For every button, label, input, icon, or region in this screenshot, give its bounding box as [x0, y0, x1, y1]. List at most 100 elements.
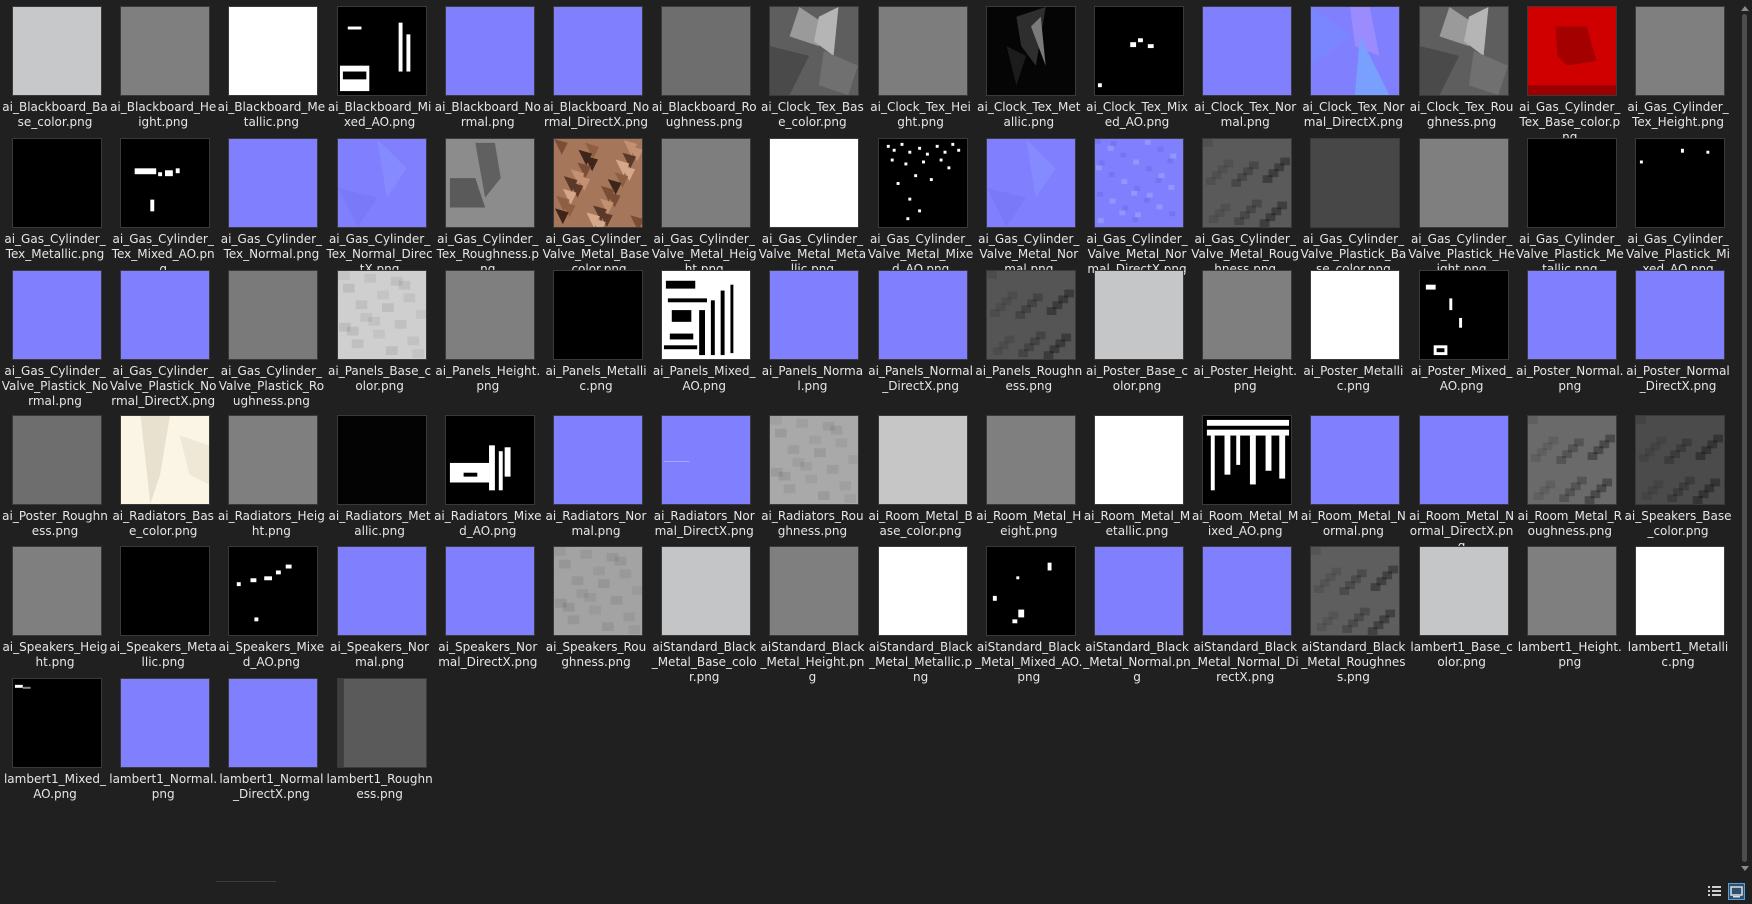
- image-thumbnail[interactable]: [336, 415, 427, 505]
- image-thumbnail[interactable]: [1526, 138, 1617, 228]
- file-name-label: ai_Poster_Metallic.png: [1303, 364, 1404, 393]
- image-thumbnail[interactable]: [120, 138, 211, 228]
- image-thumbnail[interactable]: [444, 138, 535, 228]
- image-thumbnail[interactable]: [1526, 546, 1617, 636]
- image-thumbnail[interactable]: [1202, 6, 1293, 96]
- image-thumbnail[interactable]: [1418, 270, 1509, 360]
- image-thumbnail[interactable]: [1635, 415, 1725, 505]
- image-thumbnail[interactable]: [661, 270, 752, 360]
- image-thumbnail[interactable]: [1094, 546, 1184, 636]
- image-thumbnail[interactable]: [553, 546, 644, 636]
- image-thumbnail[interactable]: [444, 415, 535, 505]
- image-thumbnail[interactable]: [228, 6, 319, 96]
- image-thumbnail[interactable]: [336, 546, 427, 636]
- image-thumbnail[interactable]: [1635, 270, 1725, 360]
- image-thumbnail[interactable]: [1418, 6, 1509, 96]
- image-thumbnail[interactable]: [985, 138, 1076, 228]
- image-thumbnail[interactable]: [1635, 546, 1725, 636]
- image-thumbnail[interactable]: [12, 546, 102, 636]
- image-thumbnail[interactable]: [985, 270, 1076, 360]
- image-thumbnail[interactable]: [1310, 546, 1401, 636]
- image-thumbnail[interactable]: [877, 138, 968, 228]
- image-thumbnail[interactable]: [553, 6, 643, 96]
- image-thumbnail[interactable]: [769, 546, 860, 636]
- file-name-label: aiStandard_Black_Metal_Metallic.png: [868, 640, 973, 684]
- image-thumbnail[interactable]: [1310, 6, 1401, 96]
- file-name-label: ai_Speakers_Mixed_AO.png: [218, 640, 325, 669]
- image-thumbnail[interactable]: [228, 270, 319, 360]
- file-name-label: aiStandard_Black_Metal_Normal_DirectX.pn…: [1191, 640, 1299, 684]
- image-thumbnail[interactable]: [12, 138, 102, 228]
- image-thumbnail[interactable]: [120, 415, 211, 505]
- image-thumbnail[interactable]: [1094, 270, 1184, 360]
- vertical-scrollbar[interactable]: [1738, 0, 1752, 880]
- image-thumbnail[interactable]: [444, 546, 535, 636]
- image-thumbnail[interactable]: [120, 678, 211, 768]
- image-thumbnail[interactable]: [12, 270, 102, 360]
- image-thumbnail[interactable]: [769, 6, 860, 96]
- scroll-up-arrow-icon[interactable]: [1741, 6, 1749, 11]
- image-thumbnail[interactable]: [661, 415, 752, 505]
- image-thumbnail[interactable]: [336, 678, 427, 768]
- image-thumbnail[interactable]: [336, 138, 427, 228]
- image-thumbnail[interactable]: [1202, 546, 1293, 636]
- scroll-down-arrow-icon[interactable]: [1741, 866, 1749, 871]
- image-thumbnail[interactable]: [1526, 6, 1617, 96]
- image-thumbnail[interactable]: [769, 138, 860, 228]
- file-name-label: lambert1_Roughness.png: [326, 772, 433, 801]
- image-thumbnail[interactable]: [12, 6, 102, 96]
- file-name-label: ai_Panels_Normal_DirectX.png: [868, 364, 973, 393]
- image-thumbnail[interactable]: [228, 546, 319, 636]
- image-thumbnail[interactable]: [985, 6, 1076, 96]
- image-thumbnail[interactable]: [1094, 415, 1184, 505]
- image-thumbnail[interactable]: [444, 6, 535, 96]
- image-thumbnail[interactable]: [985, 546, 1076, 636]
- image-thumbnail[interactable]: [1418, 415, 1509, 505]
- image-thumbnail[interactable]: [661, 6, 752, 96]
- image-thumbnail[interactable]: [1635, 138, 1725, 228]
- image-thumbnail[interactable]: [1202, 415, 1293, 505]
- file-name-label: ai_Panels_Mixed_AO.png: [652, 364, 756, 393]
- image-thumbnail[interactable]: [769, 415, 861, 505]
- image-thumbnail[interactable]: [336, 270, 428, 360]
- image-thumbnail[interactable]: [1310, 270, 1401, 360]
- image-thumbnail[interactable]: [553, 270, 643, 360]
- image-thumbnail[interactable]: [120, 6, 211, 96]
- image-thumbnail[interactable]: [769, 270, 860, 360]
- image-thumbnail[interactable]: [985, 415, 1076, 505]
- scrollbar-thumb[interactable]: [1742, 14, 1747, 862]
- image-thumbnail[interactable]: [12, 415, 102, 505]
- file-name-label: ai_Speakers_Metallic.png: [109, 640, 217, 669]
- image-thumbnail[interactable]: [12, 678, 102, 768]
- image-thumbnail[interactable]: [1202, 138, 1293, 228]
- file-name-label: ai_Blackboard_Normal_DirectX.png: [542, 100, 650, 129]
- image-thumbnail[interactable]: [444, 270, 535, 360]
- image-thumbnail[interactable]: [661, 546, 752, 636]
- image-thumbnail[interactable]: [1094, 138, 1184, 228]
- large-icons-view-icon[interactable]: [1728, 883, 1745, 900]
- image-thumbnail[interactable]: [1310, 415, 1401, 505]
- image-thumbnail[interactable]: [877, 270, 968, 360]
- file-name-label: ai_Panels_Base_color.png: [328, 364, 432, 393]
- image-thumbnail[interactable]: [1094, 6, 1184, 96]
- image-thumbnail[interactable]: [1526, 270, 1617, 360]
- image-thumbnail[interactable]: [553, 415, 643, 505]
- image-thumbnail[interactable]: [228, 678, 319, 768]
- image-thumbnail[interactable]: [1202, 270, 1293, 360]
- image-thumbnail[interactable]: [1310, 138, 1401, 228]
- image-thumbnail[interactable]: [661, 138, 752, 228]
- image-thumbnail[interactable]: [553, 138, 644, 234]
- image-thumbnail[interactable]: [1526, 415, 1617, 505]
- image-thumbnail[interactable]: [336, 6, 427, 96]
- image-thumbnail[interactable]: [1635, 6, 1725, 96]
- image-thumbnail[interactable]: [877, 546, 968, 636]
- image-thumbnail[interactable]: [1418, 546, 1509, 636]
- image-thumbnail[interactable]: [877, 6, 968, 96]
- image-thumbnail[interactable]: [228, 138, 319, 228]
- image-thumbnail[interactable]: [877, 415, 968, 505]
- image-thumbnail[interactable]: [228, 415, 319, 505]
- image-thumbnail[interactable]: [1418, 138, 1509, 228]
- image-thumbnail[interactable]: [120, 270, 211, 360]
- details-view-icon[interactable]: [1706, 883, 1723, 900]
- image-thumbnail[interactable]: [120, 546, 211, 636]
